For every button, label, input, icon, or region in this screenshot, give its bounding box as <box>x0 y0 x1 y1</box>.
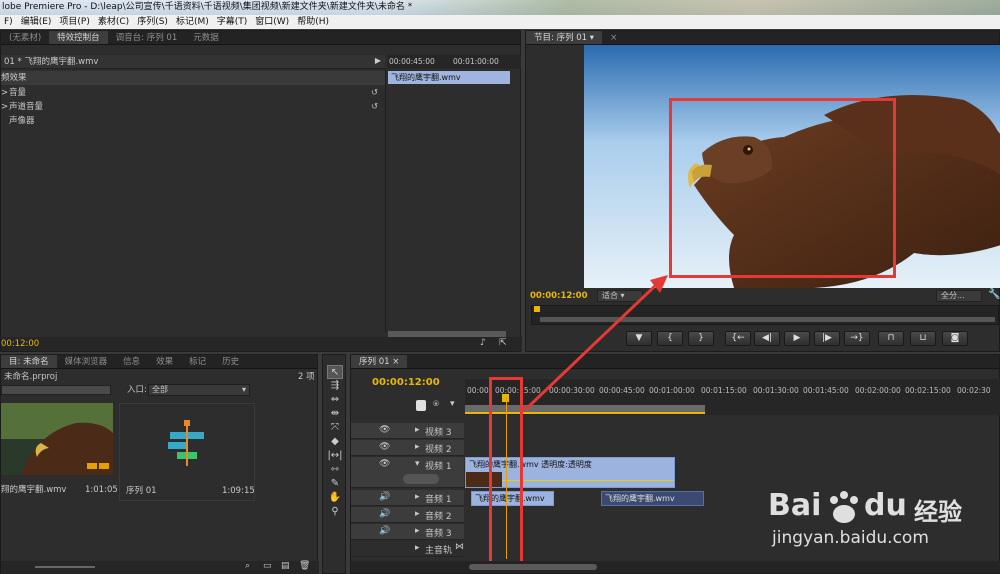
watermark-url: jingyan.baidu.com <box>772 528 929 548</box>
watermark-brand-suffix: du <box>864 488 907 523</box>
paw-icon <box>830 491 858 523</box>
watermark-cn: 经验 <box>914 498 962 526</box>
watermark-brand: Bai <box>768 488 822 523</box>
baidu-watermark: Bai du 经验 jingyan.baidu.com <box>768 488 998 568</box>
